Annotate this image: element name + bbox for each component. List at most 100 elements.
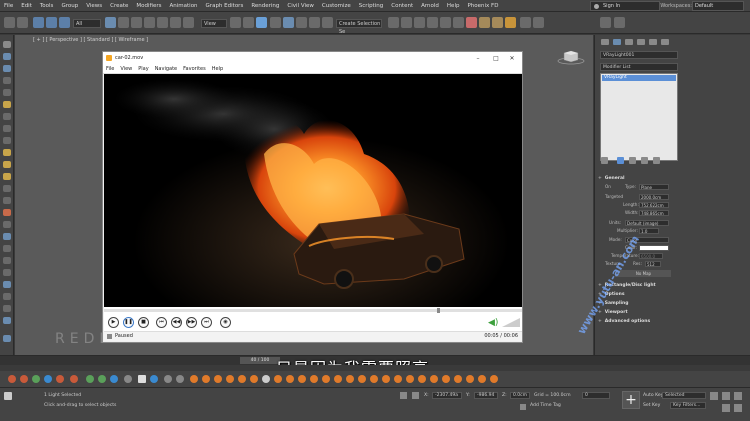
seek-bar[interactable]	[104, 307, 522, 314]
bottom-tool-icon-32[interactable]	[394, 375, 402, 383]
menu-content[interactable]: Content	[387, 3, 417, 9]
zoom-extents-icon[interactable]	[722, 392, 730, 400]
player-menu-file[interactable]: File	[103, 66, 117, 72]
player-menu-help[interactable]: Help	[209, 66, 226, 72]
time-slider-thumb[interactable]: 40 / 100	[240, 357, 280, 364]
volume-slider[interactable]	[502, 318, 520, 327]
rendered-frame-window-icon[interactable]	[492, 17, 503, 28]
remove-modifier-icon[interactable]	[641, 157, 648, 164]
reference-coord-select[interactable]: View	[201, 19, 227, 28]
player-menu-navigate[interactable]: Navigate	[152, 66, 180, 72]
modifier-list-select[interactable]: Modifier List	[600, 63, 678, 71]
bottom-tool-icon-7[interactable]	[86, 375, 94, 383]
bottom-tool-icon-14[interactable]	[176, 375, 184, 383]
toggle-ribbon-icon[interactable]	[427, 17, 438, 28]
rectangle-selection-icon[interactable]	[131, 17, 142, 28]
bottom-tool-icon-6[interactable]	[70, 375, 78, 383]
percent-snap-icon[interactable]	[296, 17, 307, 28]
workspace-select[interactable]: Default	[692, 1, 744, 11]
time-config-icon[interactable]	[710, 392, 718, 400]
scale-icon[interactable]	[183, 17, 194, 28]
scene-explorer-icon[interactable]	[3, 41, 11, 48]
temperature-field[interactable]: 6500.0	[639, 253, 663, 259]
show-end-result-icon[interactable]	[617, 157, 624, 164]
render-production-icon[interactable]	[505, 17, 516, 28]
minimize-icon[interactable]: –	[470, 52, 486, 65]
video-frame[interactable]	[104, 74, 522, 307]
unlink-icon[interactable]	[46, 17, 57, 28]
bottom-tool-icon-33[interactable]	[406, 375, 414, 383]
modify-tab-icon[interactable]	[613, 39, 621, 45]
selection-filter-select[interactable]: All	[73, 19, 101, 28]
layers-icon[interactable]	[3, 149, 11, 156]
bottom-tool-icon-2[interactable]	[20, 375, 28, 383]
time-tag-icon[interactable]	[520, 404, 526, 410]
bottom-tool-icon-40[interactable]	[490, 375, 498, 383]
groups-icon[interactable]	[3, 209, 11, 216]
units-select[interactable]: Default (image)	[625, 220, 669, 226]
fast-forward-icon[interactable]: ▶▶	[186, 317, 197, 328]
containers-icon[interactable]	[3, 221, 11, 228]
player-menu-view[interactable]: View	[117, 66, 135, 72]
rollout-advanced[interactable]: Advanced options	[598, 318, 678, 325]
hidden-icon[interactable]	[3, 233, 11, 240]
key-set-select[interactable]: Selected	[662, 392, 706, 399]
bottom-tool-icon-36[interactable]	[442, 375, 450, 383]
menu-graph-editors[interactable]: Graph Editors	[202, 3, 248, 9]
menu-help[interactable]: Help	[443, 3, 464, 9]
utilities-tab-icon[interactable]	[661, 39, 669, 45]
move-icon[interactable]	[157, 17, 168, 28]
vray-frame-buffer-icon[interactable]	[533, 17, 544, 28]
bottom-tool-icon-12[interactable]	[150, 375, 158, 383]
sort-icon[interactable]	[3, 305, 11, 312]
length-field[interactable]: 752.622cm	[639, 202, 669, 208]
vray-toolbar-icon[interactable]	[520, 17, 531, 28]
schematic-view-icon[interactable]	[453, 17, 464, 28]
viewport-label[interactable]: [ + ] [ Perspective ] [ Standard ] [ Wir…	[33, 37, 148, 43]
select-manipulate-icon[interactable]	[243, 17, 254, 28]
make-unique-icon[interactable]	[629, 157, 636, 164]
xrefs-icon[interactable]	[3, 197, 11, 204]
color-swatch[interactable]	[639, 245, 669, 251]
bottom-tool-icon-34[interactable]	[418, 375, 426, 383]
menu-file[interactable]: File	[0, 3, 17, 9]
bottom-tool-icon-5[interactable]	[56, 375, 64, 383]
pivot-center-icon[interactable]	[230, 17, 241, 28]
bottom-tool-icon-23[interactable]	[286, 375, 294, 383]
sign-in-button[interactable]: Sign In	[590, 1, 660, 11]
bottom-tool-icon-25[interactable]	[310, 375, 318, 383]
particles-icon[interactable]	[3, 185, 11, 192]
bottom-tool-icon-13[interactable]	[164, 375, 172, 383]
menu-phoenix-fd[interactable]: Phoenix FD	[463, 3, 502, 9]
bottom-tool-icon-29[interactable]	[358, 375, 366, 383]
play-animation-icon[interactable]	[138, 375, 146, 383]
set-key-plus-icon[interactable]: +	[622, 391, 640, 409]
maxscript-listener-icon[interactable]	[4, 392, 12, 400]
x-coordinate-field[interactable]: -2307.49a	[432, 392, 462, 399]
bottom-tool-icon-30[interactable]	[370, 375, 378, 383]
orbit-icon[interactable]	[734, 392, 742, 400]
create-panel-icon[interactable]	[600, 17, 611, 28]
bottom-tool-icon-19[interactable]	[238, 375, 246, 383]
menu-animation[interactable]: Animation	[166, 3, 202, 9]
systems-icon[interactable]	[3, 137, 11, 144]
configure-sets-icon[interactable]	[653, 157, 660, 164]
play-icon[interactable]: ▶	[108, 317, 119, 328]
menu-scripting[interactable]: Scripting	[355, 3, 387, 9]
cameras-icon[interactable]	[3, 101, 11, 108]
bones-icon[interactable]	[3, 173, 11, 180]
bottom-tool-icon-1[interactable]	[8, 375, 16, 383]
snaps-toggle-icon[interactable]	[270, 17, 281, 28]
scene-icon[interactable]	[3, 335, 11, 342]
menu-edit[interactable]: Edit	[17, 3, 36, 9]
add-time-tag[interactable]: Add Time Tag	[530, 403, 561, 408]
menu-group[interactable]: Group	[57, 3, 82, 9]
spacewarps-icon[interactable]	[3, 125, 11, 132]
width-field[interactable]: 748.865cm	[639, 210, 669, 216]
seek-thumb[interactable]	[437, 308, 440, 313]
bottom-tool-icon-26[interactable]	[322, 375, 330, 383]
select-object-icon[interactable]	[105, 17, 116, 28]
menu-arnold[interactable]: Arnold	[417, 3, 443, 9]
bottom-tool-icon-35[interactable]	[430, 375, 438, 383]
bottom-tool-icon-37[interactable]	[454, 375, 462, 383]
